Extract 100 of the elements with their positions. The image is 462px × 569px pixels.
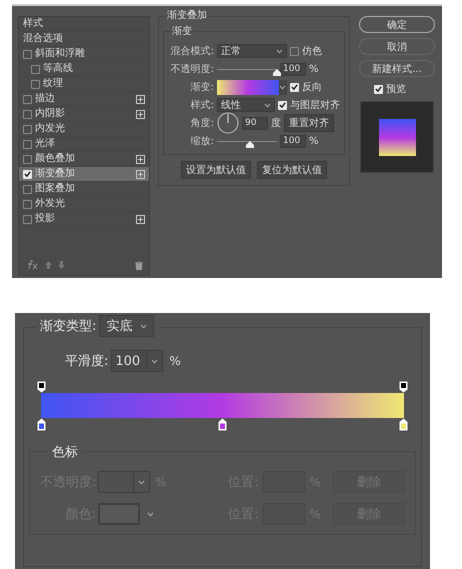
chevron-icon: [151, 358, 158, 364]
trash-icon: [135, 260, 143, 270]
item-label: 外发光: [35, 198, 66, 210]
field-label: 渐变类型:: [40, 318, 96, 335]
style-list-item[interactable]: 外发光: [19, 197, 149, 212]
default-button[interactable]: 复位为默认值: [257, 161, 327, 179]
style-list-item[interactable]: 图案叠加: [19, 182, 149, 197]
checkbox[interactable]: [23, 170, 32, 178]
style-list-item[interactable]: 等高线: [19, 62, 149, 77]
number-field[interactable]: 100: [280, 134, 306, 148]
dropdown[interactable]: 正常: [217, 44, 287, 58]
field-label: 混合模式:: [170, 44, 214, 58]
checkbox[interactable]: [23, 200, 32, 208]
checkbox[interactable]: [23, 110, 32, 118]
plus-icon[interactable]: [136, 170, 145, 178]
unit-label: 度: [271, 116, 281, 130]
field-label: 不透明度:: [170, 62, 214, 76]
checkbox[interactable]: [278, 100, 287, 110]
style-list-item[interactable]: 内阴影: [19, 107, 149, 122]
color-stop[interactable]: [37, 418, 46, 431]
unit-label: %: [310, 507, 321, 521]
style-list-item[interactable]: 投影: [19, 212, 149, 227]
checkbox-label: 预览: [386, 83, 406, 96]
plus-icon[interactable]: [136, 94, 145, 104]
gradient-bar[interactable]: [41, 393, 404, 418]
item-label: 渐变叠加: [35, 168, 76, 180]
field-label: 平滑度:: [65, 353, 108, 370]
checkbox-label: 反向: [302, 81, 322, 94]
style-list-item[interactable]: 渐变叠加: [19, 167, 149, 182]
item-label: 混合选项: [23, 33, 64, 45]
opacity-stop[interactable]: [37, 381, 46, 393]
checkbox[interactable]: [31, 64, 40, 74]
checkbox[interactable]: [23, 94, 32, 104]
item-label: 样式: [23, 18, 44, 30]
unit-label: %: [309, 136, 319, 146]
unit-label: %: [310, 475, 321, 489]
slider-track[interactable]: [217, 140, 277, 148]
checkbox[interactable]: [31, 80, 40, 88]
checkbox[interactable]: [23, 184, 32, 194]
chevron-icon: [138, 480, 145, 484]
action-button[interactable]: 确定: [359, 16, 435, 33]
checkbox[interactable]: [290, 82, 299, 92]
arrow-down-icon: [58, 261, 65, 269]
plus-icon[interactable]: [136, 214, 145, 224]
style-list-item[interactable]: 内发光: [19, 122, 149, 137]
color-stop[interactable]: [218, 418, 227, 431]
section-title: 渐变叠加: [165, 10, 209, 22]
style-list-item[interactable]: 斜面和浮雕: [19, 47, 149, 62]
action-button[interactable]: 取消: [359, 38, 435, 55]
item-label: 投影: [35, 213, 56, 225]
item-label: 颜色叠加: [35, 153, 76, 165]
style-list-item[interactable]: 光泽: [19, 137, 149, 152]
angle-dial: [217, 112, 239, 134]
checkmark-icon: [279, 101, 286, 109]
unit-label: %: [169, 354, 181, 368]
opacity-stop[interactable]: [399, 381, 408, 393]
checkbox[interactable]: [23, 154, 32, 164]
checkbox[interactable]: [23, 140, 32, 148]
combo-field[interactable]: 100: [111, 350, 164, 372]
arrow-up-icon: [45, 261, 52, 269]
slider-thumb[interactable]: [273, 68, 281, 76]
checkbox[interactable]: [23, 124, 32, 134]
checkbox[interactable]: [23, 50, 32, 58]
slider-thumb[interactable]: [246, 140, 254, 148]
checkbox[interactable]: [23, 214, 32, 224]
style-list-item[interactable]: 混合选项: [19, 32, 149, 47]
style-list-item[interactable]: 描边: [19, 92, 149, 107]
style-list-item[interactable]: 样式: [19, 17, 149, 32]
number-field[interactable]: 90: [242, 116, 268, 130]
dropdown[interactable]: 实底: [99, 315, 154, 337]
checkmark-icon: [291, 83, 298, 91]
style-list-item[interactable]: 纹理: [19, 77, 149, 92]
color-stop[interactable]: [399, 418, 408, 431]
item-label: 描边: [35, 93, 56, 105]
chevron-icon: [276, 48, 283, 54]
unit-label: %: [309, 64, 319, 74]
item-label: 内发光: [35, 123, 66, 135]
item-label: 图案叠加: [35, 183, 76, 195]
action-button[interactable]: 新建样式...: [359, 60, 435, 77]
unit-label: %: [155, 475, 166, 489]
default-button[interactable]: 设置为默认值: [181, 161, 251, 179]
dropdown[interactable]: 线性: [217, 98, 275, 112]
gradient-picker[interactable]: [217, 80, 287, 94]
gradient-preview: [378, 118, 416, 156]
chevron-icon: [264, 102, 271, 108]
item-label: 内阴影: [35, 108, 66, 120]
plus-icon[interactable]: [136, 110, 145, 118]
group-title: 渐变: [170, 26, 194, 38]
item-label: 光泽: [35, 138, 56, 150]
number-field[interactable]: 100: [280, 62, 306, 76]
checkbox[interactable]: [374, 84, 383, 94]
field-label: 渐变:: [190, 80, 214, 94]
plus-icon[interactable]: [136, 154, 145, 164]
chevron-icon: [146, 512, 154, 516]
item-label: 等高线: [43, 63, 74, 75]
checkbox[interactable]: [290, 46, 299, 56]
reset-align-button[interactable]: 重置对齐: [284, 114, 334, 132]
fx-icon: [25, 260, 39, 270]
field-label: 样式:: [190, 98, 214, 112]
group-title: 色标: [48, 443, 82, 461]
